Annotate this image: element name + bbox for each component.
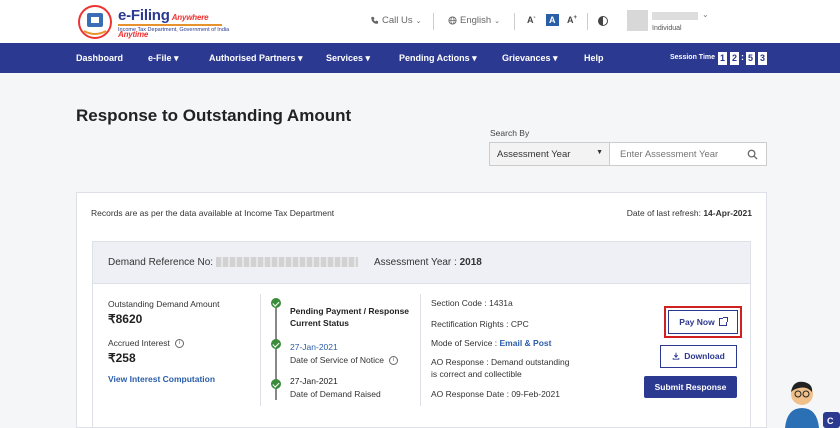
session-digit: 2	[730, 52, 739, 65]
caret-down-icon: ▼	[596, 149, 603, 156]
info-icon[interactable]: i	[389, 356, 399, 366]
user-role: Individual	[652, 25, 682, 32]
column-divider	[260, 294, 261, 406]
header-divider	[433, 13, 434, 30]
font-normal-button[interactable]: A	[546, 14, 559, 26]
search-icon[interactable]	[747, 149, 758, 160]
nav-grievances[interactable]: Grievances ▾	[502, 53, 558, 64]
font-increase-button[interactable]: A+	[567, 15, 577, 25]
download-button[interactable]: Download	[660, 345, 737, 368]
check-icon	[271, 298, 281, 308]
outstanding-label: Outstanding Demand Amount	[108, 299, 220, 309]
section-code: Section Code : 1431a	[431, 298, 513, 308]
demand-card: Demand Reference No: Assessment Year : 2…	[92, 241, 751, 428]
user-name-redacted	[652, 12, 698, 20]
info-icon[interactable]: i	[174, 339, 184, 349]
ao-response: AO Response : Demand outstanding is corre…	[431, 357, 570, 379]
search-by-label: Search By	[490, 128, 530, 138]
contrast-icon[interactable]	[598, 16, 608, 26]
nav-pending-actions[interactable]: Pending Actions ▾	[399, 53, 477, 64]
nav-services[interactable]: Services ▾	[326, 53, 370, 64]
accrued-interest-label: Accrued Interest i	[108, 338, 184, 349]
demand-header: Demand Reference No: Assessment Year : 2…	[93, 242, 750, 284]
mode-of-service: Mode of Service : Email & Post	[431, 338, 552, 348]
view-interest-link[interactable]: View Interest Computation	[108, 374, 215, 384]
language-label: English	[460, 15, 492, 26]
efiling-logo[interactable]: e-Filing Anywhere Anytime Income Tax Depa…	[78, 5, 230, 39]
notice-date: 27-Jan-2021	[290, 342, 338, 352]
nav-efile[interactable]: e-File ▾	[148, 53, 179, 64]
records-note: Records are as per the data available at…	[91, 208, 335, 218]
demand-ref-redacted	[216, 257, 358, 267]
notice-desc: Date of Service of Notice i	[290, 355, 399, 366]
call-us-label: Call Us	[382, 15, 413, 26]
submit-response-button[interactable]: Submit Response	[644, 376, 737, 398]
accrued-interest-amount: ₹258	[108, 351, 136, 365]
pay-now-button[interactable]: Pay Now	[668, 310, 738, 334]
check-icon	[271, 339, 281, 349]
top-header: e-Filing Anywhere Anytime Income Tax Depa…	[0, 0, 840, 43]
language-menu[interactable]: English ⌄	[448, 15, 500, 26]
chevron-down-icon: ⌄	[494, 17, 501, 25]
chatbot-icon[interactable]: C	[785, 378, 840, 428]
session-digit: 1	[718, 52, 727, 65]
chevron-down-icon: ⌄	[415, 17, 422, 25]
avatar[interactable]	[627, 10, 648, 31]
nav-help[interactable]: Help	[584, 53, 604, 63]
nav-dashboard[interactable]: Dashboard	[76, 53, 123, 63]
session-digit: 5	[746, 52, 755, 65]
external-link-icon	[718, 317, 728, 326]
records-card: Records are as per the data available at…	[76, 192, 767, 428]
header-divider	[587, 13, 588, 30]
call-us-menu[interactable]: Call Us ⌄	[370, 15, 422, 26]
logo-subtitle: Income Tax Department, Government of Ind…	[118, 27, 230, 33]
current-status: Pending Payment / Response Current Status	[290, 306, 410, 328]
search-select-value: Assessment Year	[497, 149, 571, 160]
outstanding-amount: ₹8620	[108, 312, 143, 326]
page-title: Response to Outstanding Amount	[76, 106, 352, 125]
last-refresh: Date of last refresh: 14-Apr-2021	[626, 208, 752, 218]
nav-authorised-partners[interactable]: Authorised Partners ▾	[209, 53, 303, 64]
search-box: Assessment Year ▼	[489, 142, 767, 166]
search-input[interactable]	[620, 149, 740, 160]
raised-date: 27-Jan-2021	[290, 376, 338, 386]
raised-desc: Date of Demand Raised	[290, 389, 381, 399]
globe-icon	[448, 16, 457, 25]
font-decrease-button[interactable]: A-	[527, 15, 536, 25]
session-time-label: Session Time	[670, 54, 716, 61]
header-divider	[514, 13, 515, 30]
column-divider	[420, 294, 421, 406]
demand-ref-label: Demand Reference No:	[108, 257, 214, 268]
assessment-year: Assessment Year : 2018	[374, 257, 482, 268]
main-nav: Dashboard e-File ▾ Authorised Partners ▾…	[0, 43, 840, 73]
session-colon: :	[741, 52, 744, 62]
pay-now-highlight: Pay Now	[664, 306, 742, 338]
logo-underline	[118, 24, 222, 26]
check-icon	[271, 379, 281, 389]
session-digit: 3	[758, 52, 767, 65]
phone-icon	[371, 16, 379, 24]
ao-response-date: AO Response Date : 09-Feb-2021	[431, 389, 560, 399]
search-type-select[interactable]: Assessment Year ▼	[490, 143, 610, 165]
download-icon	[672, 352, 680, 360]
emblem-icon	[78, 5, 112, 39]
svg-text:C: C	[827, 416, 834, 426]
chevron-down-icon[interactable]: ⌄	[702, 10, 709, 19]
rectification-rights: Rectification Rights : CPC	[431, 319, 529, 329]
